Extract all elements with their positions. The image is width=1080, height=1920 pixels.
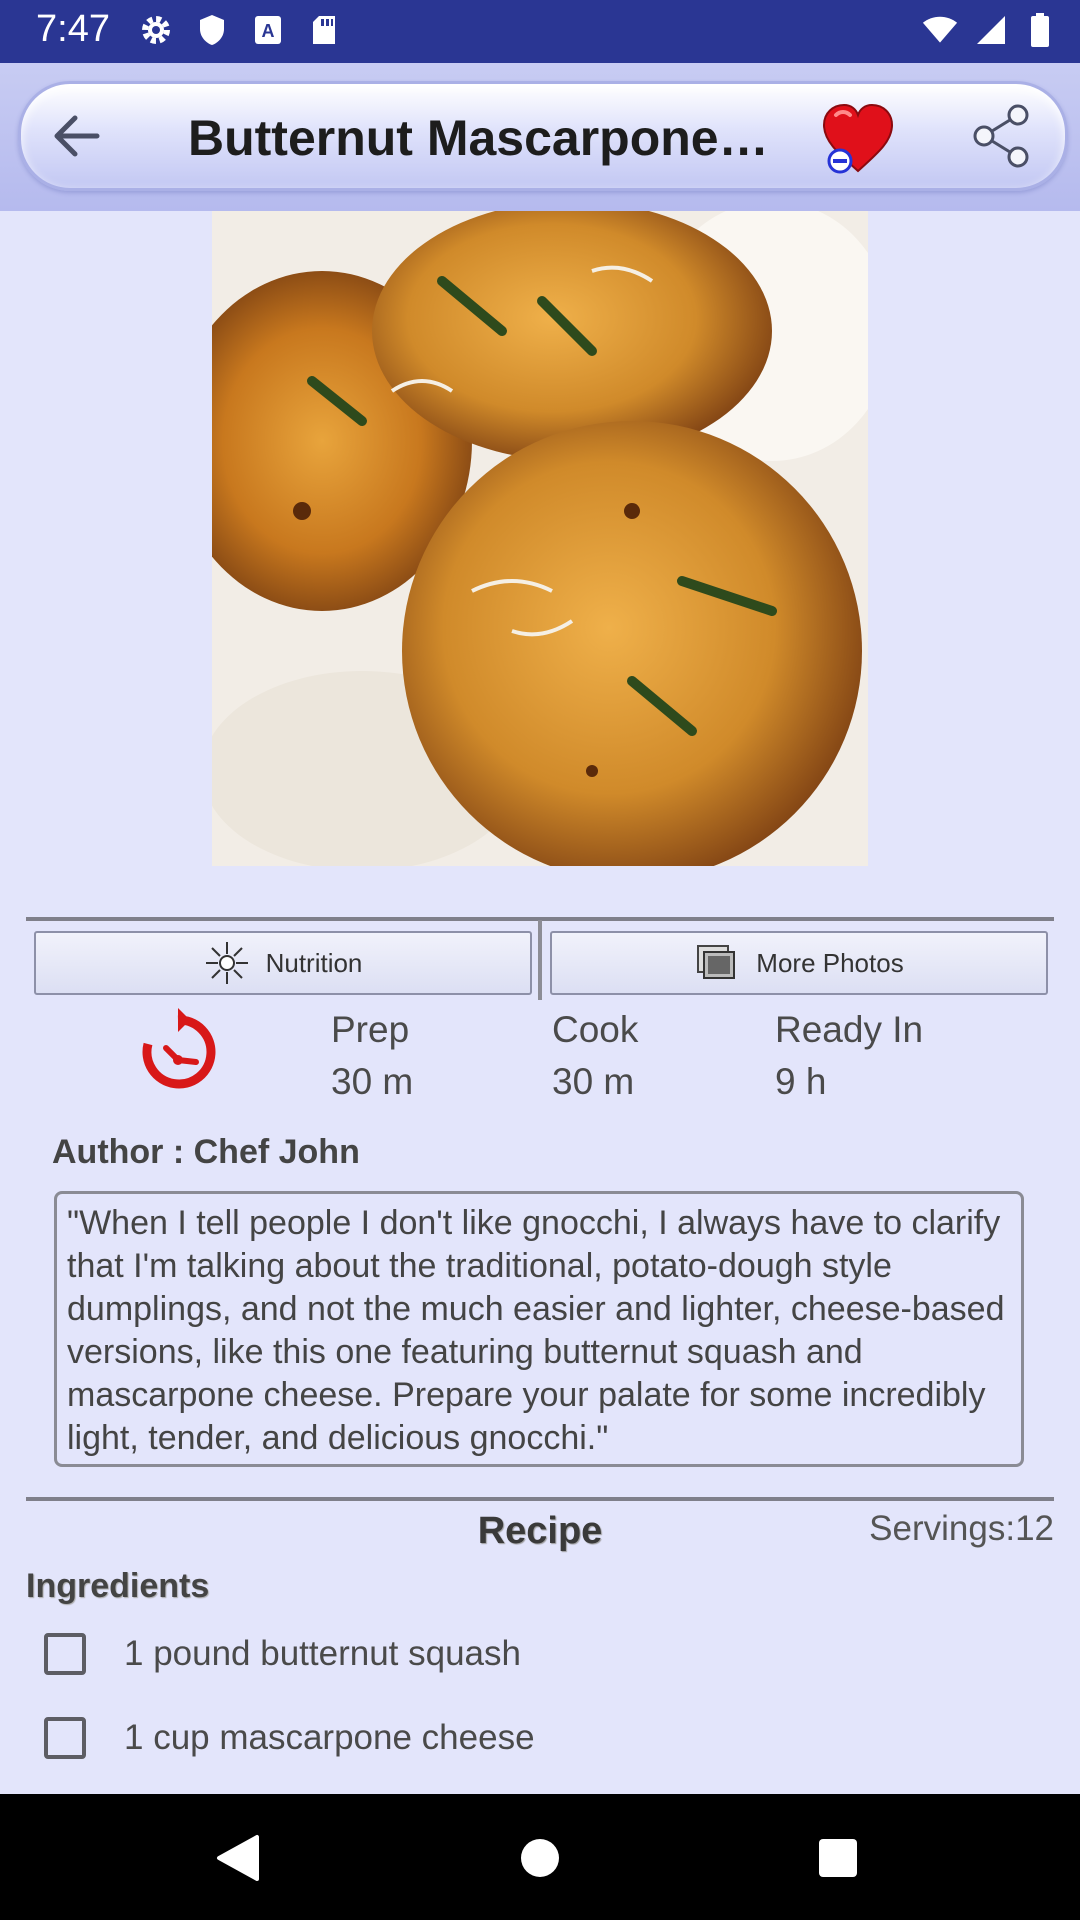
favorite-button[interactable]	[820, 101, 896, 177]
signal-icon	[972, 12, 1008, 48]
status-time: 7:47	[36, 8, 110, 50]
more-photos-label: More Photos	[756, 947, 904, 978]
app-bar: Butternut Mascarpone…	[0, 63, 1080, 211]
ingredient-checkbox[interactable]	[44, 1717, 86, 1759]
ingredient-row[interactable]: 1 pound butternut squash	[44, 1624, 521, 1684]
ingredient-row[interactable]: 1 cup mascarpone cheese	[44, 1708, 535, 1768]
font-icon: A	[250, 12, 286, 48]
battery-icon	[1022, 12, 1058, 48]
prep-label: Prep	[331, 1009, 410, 1050]
cook-value: 30 m	[552, 1061, 635, 1102]
timer-icon	[130, 1004, 226, 1100]
ready-value: 9 h	[775, 1061, 827, 1102]
ingredients-title: Ingredients	[26, 1567, 210, 1605]
author-label: Author : Chef John	[52, 1133, 360, 1171]
ready-label: Ready In	[775, 1009, 924, 1050]
prep-time: Prep 30 m	[331, 1004, 413, 1108]
share-icon	[973, 104, 1029, 168]
ingredient-text: 1 cup mascarpone cheese	[124, 1718, 535, 1757]
servings-label[interactable]: Servings:12	[869, 1509, 1054, 1549]
nutrition-icon	[205, 942, 248, 984]
back-button[interactable]	[48, 108, 104, 164]
share-button[interactable]	[968, 103, 1034, 169]
page-title: Butternut Mascarpone…	[188, 110, 768, 166]
gnocchi-photo	[212, 211, 868, 866]
svg-text:A: A	[262, 21, 275, 41]
shield-icon	[194, 12, 230, 48]
divider	[26, 1497, 1054, 1501]
photos-icon	[697, 945, 736, 979]
nav-recents-button[interactable]	[808, 1828, 868, 1888]
heart-icon	[822, 103, 894, 174]
nutrition-label: Nutrition	[265, 947, 363, 978]
arrow-left-icon	[54, 115, 100, 157]
prep-value: 30 m	[331, 1061, 414, 1102]
cook-time: Cook 30 m	[552, 1004, 638, 1108]
sd-card-icon	[306, 12, 342, 48]
gear-icon	[138, 12, 174, 48]
triangle-back-icon	[217, 1835, 259, 1881]
status-bar: 7:47 A	[0, 0, 1080, 63]
circle-home-icon	[521, 1839, 559, 1877]
navigation-bar	[0, 1794, 1080, 1920]
nutrition-button[interactable]: Nutrition	[34, 931, 532, 995]
recipe-photo[interactable]	[212, 211, 868, 866]
recipe-description: "When I tell people I don't like gnocchi…	[54, 1191, 1024, 1467]
nav-back-button[interactable]	[208, 1828, 268, 1888]
ready-time: Ready In 9 h	[775, 1004, 923, 1108]
cook-label: Cook	[552, 1009, 639, 1050]
wifi-icon	[922, 12, 958, 48]
ingredient-text: 1 pound butternut squash	[124, 1634, 521, 1673]
nav-home-button[interactable]	[510, 1828, 570, 1888]
ingredient-checkbox[interactable]	[44, 1633, 86, 1675]
more-photos-button[interactable]: More Photos	[550, 931, 1048, 995]
square-recents-icon	[819, 1839, 857, 1877]
divider-vertical	[538, 920, 542, 1000]
